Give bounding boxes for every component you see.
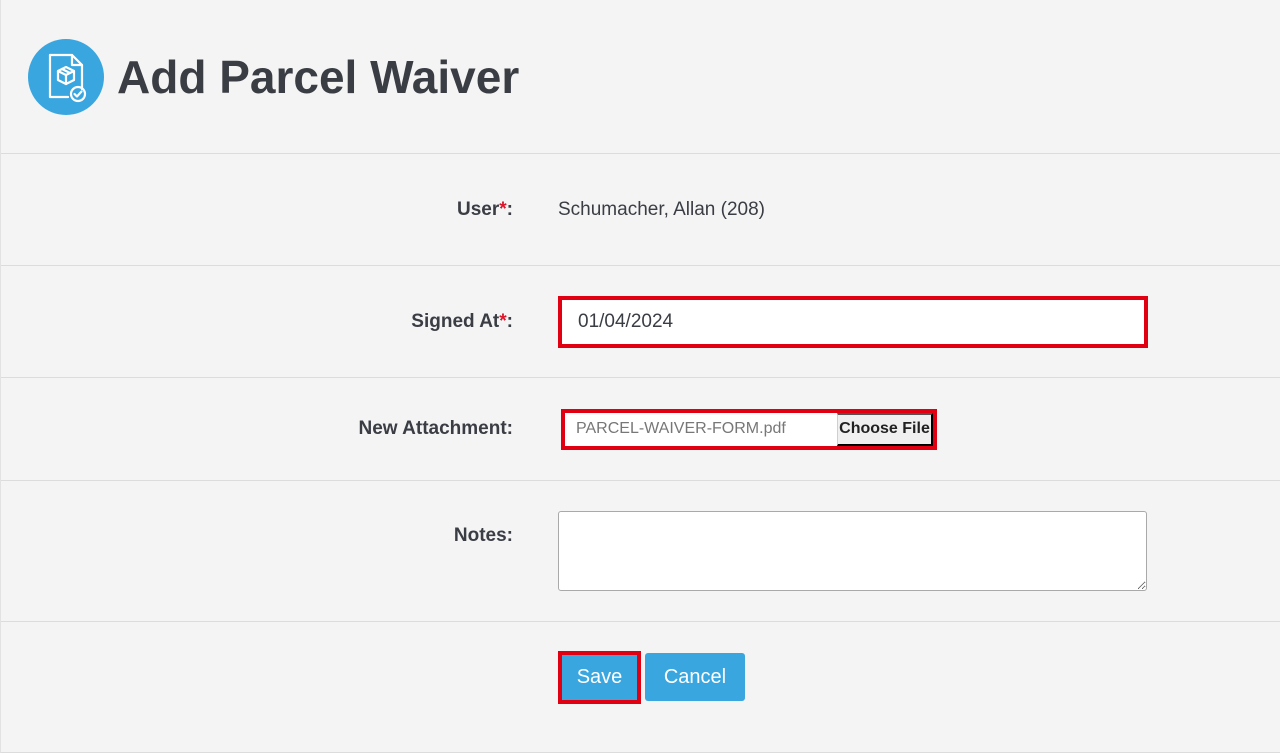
save-button-highlight: Save (558, 651, 641, 704)
attachment-row: New Attachment: PARCEL-WAIVER-FORM.pdf C… (1, 378, 1280, 481)
required-mark: * (499, 310, 507, 332)
file-input[interactable]: PARCEL-WAIVER-FORM.pdf Choose File (561, 408, 937, 450)
user-row: User*: Schumacher, Allan (208) (1, 154, 1280, 266)
signed-at-input[interactable] (558, 295, 1148, 348)
attachment-label: New Attachment: (358, 418, 513, 439)
form-actions: Save Cancel (558, 651, 745, 704)
notes-label: Notes: (453, 525, 513, 546)
required-mark: * (499, 198, 507, 220)
page-header: Add Parcel Waiver (1, 0, 1280, 154)
file-name-display: PARCEL-WAIVER-FORM.pdf (576, 420, 786, 437)
actions-row: Save Cancel (1, 622, 1280, 753)
signed-at-row: Signed At*: (1, 266, 1280, 378)
user-value: Schumacher, Allan (208) (558, 198, 766, 220)
user-label: User*: (457, 198, 513, 220)
add-parcel-waiver-page: Add Parcel Waiver User*: Schumacher, All… (0, 0, 1280, 753)
parcel-waiver-icon (28, 38, 104, 115)
save-button[interactable]: Save (562, 655, 637, 700)
page-title: Add Parcel Waiver (117, 50, 520, 103)
notes-textarea[interactable] (558, 511, 1147, 591)
choose-file-button[interactable]: Choose File (837, 412, 933, 446)
cancel-button[interactable]: Cancel (645, 653, 745, 701)
notes-row: Notes: (1, 481, 1280, 622)
signed-at-label: Signed At*: (411, 310, 513, 332)
